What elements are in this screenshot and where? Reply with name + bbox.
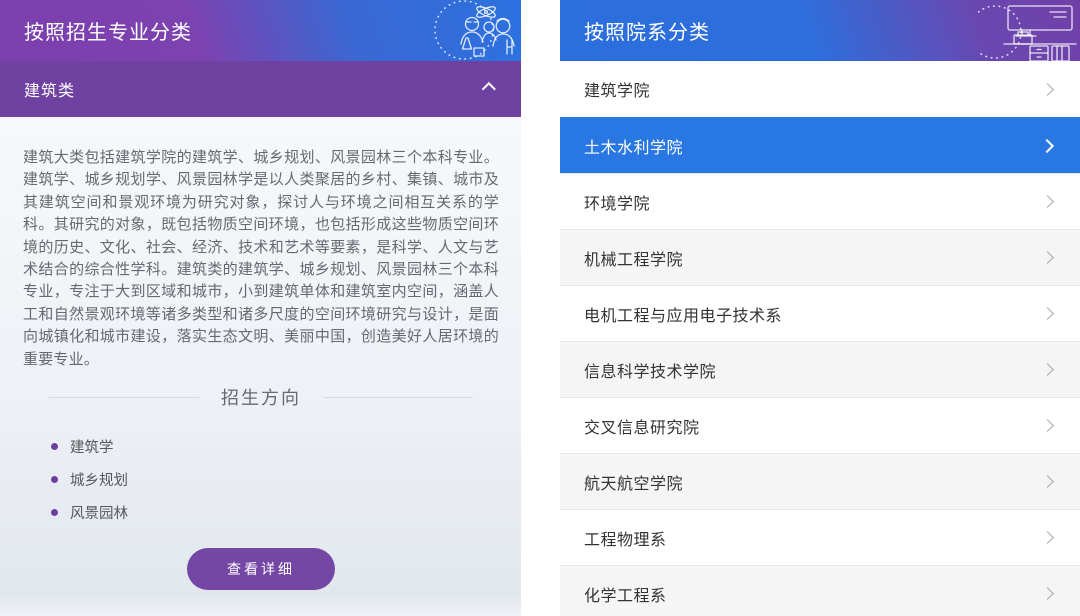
department-row[interactable]: 环境学院 bbox=[560, 173, 1080, 229]
major-classification-panel: 按照招生专业分类 bbox=[0, 0, 521, 616]
major-panel-header: 按照招生专业分类 bbox=[0, 0, 521, 61]
dot-icon bbox=[51, 476, 58, 483]
direction-label: 风景园林 bbox=[70, 502, 128, 523]
department-label: 机械工程学院 bbox=[584, 246, 683, 270]
department-row[interactable]: 机械工程学院 bbox=[560, 229, 1080, 285]
chevron-right-icon bbox=[1041, 531, 1054, 544]
category-label: 建筑类 bbox=[24, 77, 75, 101]
scientists-illustration bbox=[406, 0, 521, 61]
department-label: 建筑学院 bbox=[584, 77, 650, 101]
divider-line bbox=[323, 397, 473, 398]
category-detail-body: 建筑大类包括建筑学院的建筑学、城乡规划、风景园林三个本科专业。建筑学、城乡规划学… bbox=[0, 117, 521, 616]
chevron-right-icon bbox=[1041, 307, 1054, 320]
department-label: 航天航空学院 bbox=[584, 470, 683, 494]
major-panel-title: 按照招生专业分类 bbox=[0, 16, 192, 45]
direction-list: 建筑学 城乡规划 风景园林 bbox=[23, 436, 499, 522]
department-label: 交叉信息研究院 bbox=[584, 414, 700, 438]
department-row[interactable]: 工程物理系 bbox=[560, 509, 1080, 565]
department-row[interactable]: 电机工程与应用电子技术系 bbox=[560, 285, 1080, 341]
chevron-right-icon bbox=[1041, 475, 1054, 488]
department-label: 化学工程系 bbox=[584, 582, 667, 606]
department-classification-panel: 按照院系分类 建筑学院 bbox=[560, 0, 1080, 616]
directions-section-header: 招生方向 bbox=[23, 384, 499, 410]
chevron-right-icon bbox=[1041, 363, 1054, 376]
admissions-classification-page: 按照招生专业分类 bbox=[0, 0, 1080, 616]
department-list: 建筑学院 土木水利学院 环境学院 机械工程学院 电机工程与应用电子技术系 信息科… bbox=[560, 61, 1080, 616]
chevron-right-icon bbox=[1041, 195, 1054, 208]
list-item: 城乡规划 bbox=[51, 469, 499, 489]
category-description: 建筑大类包括建筑学院的建筑学、城乡规划、风景园林三个本科专业。建筑学、城乡规划学… bbox=[23, 147, 499, 371]
list-item: 风景园林 bbox=[51, 502, 499, 522]
dot-icon bbox=[51, 509, 58, 516]
chevron-right-icon bbox=[1040, 138, 1054, 152]
department-label: 环境学院 bbox=[584, 190, 650, 214]
workstation-illustration bbox=[978, 0, 1080, 61]
department-row[interactable]: 航天航空学院 bbox=[560, 453, 1080, 509]
department-label: 工程物理系 bbox=[584, 526, 667, 550]
department-panel-title: 按照院系分类 bbox=[560, 16, 710, 45]
directions-title: 招生方向 bbox=[221, 384, 301, 410]
accordion-header-architecture[interactable]: 建筑类 bbox=[0, 61, 521, 117]
view-detail-button[interactable]: 查看详细 bbox=[187, 548, 335, 590]
dot-icon bbox=[51, 443, 58, 450]
department-row-selected[interactable]: 土木水利学院 bbox=[560, 117, 1080, 173]
list-item: 建筑学 bbox=[51, 436, 499, 456]
chevron-right-icon bbox=[1041, 587, 1054, 600]
department-row[interactable]: 化学工程系 bbox=[560, 565, 1080, 616]
chevron-right-icon bbox=[1041, 419, 1054, 432]
divider-line bbox=[49, 397, 199, 398]
chevron-right-icon bbox=[1041, 251, 1054, 264]
department-row[interactable]: 交叉信息研究院 bbox=[560, 397, 1080, 453]
department-row[interactable]: 建筑学院 bbox=[560, 61, 1080, 117]
direction-label: 建筑学 bbox=[70, 436, 114, 457]
department-label: 信息科学技术学院 bbox=[584, 358, 716, 382]
department-row[interactable]: 信息科学技术学院 bbox=[560, 341, 1080, 397]
department-panel-header: 按照院系分类 bbox=[560, 0, 1080, 61]
direction-label: 城乡规划 bbox=[70, 469, 128, 490]
department-label: 土木水利学院 bbox=[584, 134, 683, 158]
chevron-right-icon bbox=[1041, 83, 1054, 96]
chevron-up-icon bbox=[482, 82, 496, 96]
department-label: 电机工程与应用电子技术系 bbox=[584, 302, 782, 326]
